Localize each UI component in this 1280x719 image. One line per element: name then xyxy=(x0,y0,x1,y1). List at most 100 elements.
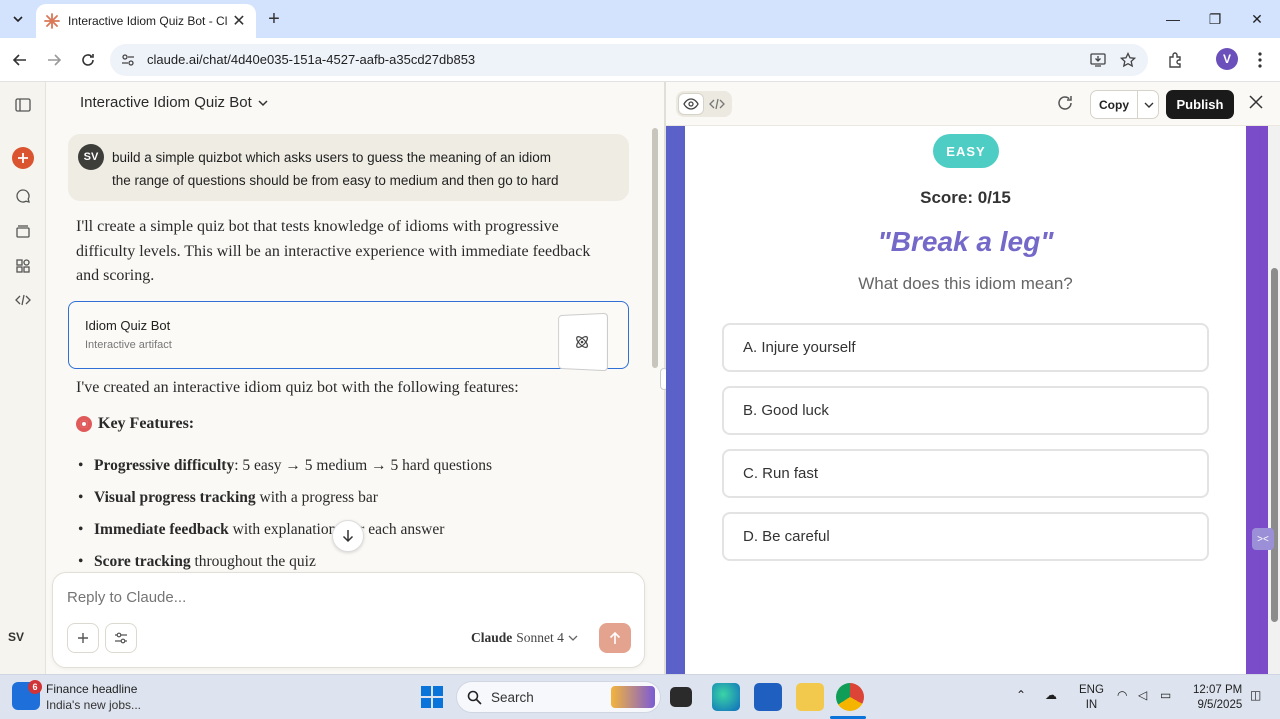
close-pane-button[interactable] xyxy=(1248,94,1264,115)
assistant-intro: I'll create a simple quiz bot that tests… xyxy=(76,218,591,284)
refresh-icon xyxy=(1058,96,1072,110)
news-headline[interactable]: Finance headline xyxy=(46,682,137,696)
artifact-pane: Copy Publish EASY Score: 0/15 "Break a l… xyxy=(666,82,1280,674)
browser-menu-button[interactable] xyxy=(1246,46,1274,74)
copy-button-group: Copy xyxy=(1090,90,1159,119)
search-icon xyxy=(467,690,482,705)
taskbar-search[interactable]: Search xyxy=(456,681,661,713)
option-b-button[interactable]: B. Good luck xyxy=(722,386,1209,435)
copy-button[interactable]: Copy xyxy=(1099,98,1129,112)
clock-date: 9/5/2025 xyxy=(1197,699,1243,711)
lang-line: IN xyxy=(1085,699,1098,711)
edge-icon[interactable] xyxy=(712,683,740,711)
sliders-icon xyxy=(115,632,127,644)
code-icon xyxy=(709,98,725,110)
volume-icon[interactable]: ◁ xyxy=(1138,688,1147,702)
maximize-button[interactable]: ❐ xyxy=(1194,0,1236,38)
chats-icon[interactable] xyxy=(12,185,34,207)
assistant-followup: I've created an interactive idiom quiz b… xyxy=(76,379,519,396)
feature-rest: with a progress bar xyxy=(255,489,378,506)
clock-time: 12:07 PM xyxy=(1193,684,1243,696)
chrome-icon[interactable] xyxy=(836,683,864,711)
chevron-up-icon[interactable]: ⌃ xyxy=(1016,688,1026,702)
extensions-button[interactable] xyxy=(1162,46,1190,74)
chat-title-button[interactable]: Interactive Idiom Quiz Bot xyxy=(80,94,268,111)
feature-bold: Visual progress tracking xyxy=(94,489,256,506)
preview-tab[interactable] xyxy=(678,93,704,115)
window-close-button[interactable]: ✕ xyxy=(1236,0,1278,38)
battery-icon[interactable]: ▭ xyxy=(1160,688,1171,702)
address-bar[interactable]: claude.ai/chat/4d40e035-151a-4527-aafb-a… xyxy=(110,44,1148,76)
scroll-to-bottom-button[interactable] xyxy=(332,520,364,552)
new-chat-button[interactable] xyxy=(12,147,34,169)
forward-button[interactable] xyxy=(40,46,68,74)
difficulty-badge: EASY xyxy=(933,134,999,168)
feature-bold: Score tracking xyxy=(94,553,191,570)
artifact-thumbnail xyxy=(558,312,608,372)
onedrive-icon[interactable]: ☁ xyxy=(1045,688,1057,702)
chevron-down-icon xyxy=(13,16,23,23)
puzzle-icon xyxy=(1169,52,1181,68)
news-subline[interactable]: India's new jobs... xyxy=(46,698,141,712)
model-name-prefix: Claude xyxy=(471,630,513,645)
arrow-up-icon xyxy=(609,631,621,644)
close-icon xyxy=(1249,95,1263,109)
reload-button[interactable] xyxy=(74,46,102,74)
feature-rest: : 5 easy → 5 medium → 5 hard questions xyxy=(234,457,493,474)
taskbar: 6 Finance headline India's new jobs... S… xyxy=(0,674,1280,719)
plus-icon xyxy=(18,153,28,163)
list-item: Visual progress tracking with a progress… xyxy=(76,482,616,514)
option-c-button[interactable]: C. Run fast xyxy=(722,449,1209,498)
option-a-button[interactable]: A. Injure yourself xyxy=(722,323,1209,372)
back-button[interactable] xyxy=(6,46,34,74)
code-icon[interactable] xyxy=(12,289,34,311)
browser-tab[interactable]: Interactive Idiom Quiz Bot - Cla ✕ xyxy=(36,4,256,38)
copy-options-button[interactable] xyxy=(1137,91,1159,118)
preview-scrollbar[interactable] xyxy=(1268,126,1280,674)
send-button[interactable] xyxy=(599,623,631,653)
chat-scrollbar[interactable] xyxy=(652,128,658,368)
user-initials[interactable]: SV xyxy=(8,630,24,644)
sidebar-toggle-icon[interactable] xyxy=(12,94,34,116)
artifact-preview: EASY Score: 0/15 "Break a leg" What does… xyxy=(666,126,1268,674)
chevron-down-icon xyxy=(1144,102,1153,108)
plus-icon xyxy=(78,633,88,643)
store-icon[interactable] xyxy=(754,683,782,711)
feature-bold: Immediate feedback xyxy=(94,521,229,538)
features-list: Progressive difficulty: 5 easy → 5 mediu… xyxy=(76,450,616,578)
language-indicator[interactable]: ENG IN xyxy=(1079,683,1104,713)
reply-input[interactable] xyxy=(67,589,567,606)
add-attachment-button[interactable] xyxy=(67,623,99,653)
key-features-heading: Key Features: xyxy=(76,415,194,433)
tab-search-button[interactable] xyxy=(6,7,30,31)
reply-box: Claude Sonnet 4 xyxy=(52,572,645,668)
claude-app: SV Interactive Idiom Quiz Bot SV build a… xyxy=(0,82,1280,674)
notifications-icon[interactable]: ◫ xyxy=(1250,688,1261,702)
artifacts-icon[interactable] xyxy=(12,255,34,277)
publish-button[interactable]: Publish xyxy=(1166,90,1234,119)
side-handle-icon[interactable]: >< xyxy=(1252,528,1274,550)
option-d-button[interactable]: D. Be careful xyxy=(722,512,1209,561)
wifi-icon[interactable]: ◠ xyxy=(1117,688,1127,702)
site-info-icon[interactable] xyxy=(118,50,138,70)
install-app-icon[interactable] xyxy=(1088,50,1108,70)
model-selector[interactable]: Claude Sonnet 4 xyxy=(471,630,578,646)
start-button[interactable] xyxy=(421,686,443,708)
bookmark-star-icon[interactable] xyxy=(1118,50,1138,70)
clock[interactable]: 12:07 PM 9/5/2025 xyxy=(1193,683,1242,713)
chevron-down-icon xyxy=(258,99,268,106)
idiom-text: "Break a leg" xyxy=(877,226,1054,257)
new-tab-button[interactable]: + xyxy=(262,8,286,30)
folder-icon[interactable] xyxy=(796,683,824,711)
tools-button[interactable] xyxy=(105,623,137,653)
tab-close-icon[interactable]: ✕ xyxy=(230,11,248,31)
code-tab[interactable] xyxy=(704,93,730,115)
profile-avatar[interactable]: V xyxy=(1216,48,1238,70)
file-explorer-dark-icon[interactable] xyxy=(670,687,692,707)
refresh-button[interactable] xyxy=(1056,94,1074,117)
left-rail: SV xyxy=(0,82,46,674)
projects-icon[interactable] xyxy=(12,220,34,242)
artifact-card[interactable]: Idiom Quiz Bot Interactive artifact xyxy=(68,301,629,372)
preview-scrollbar-thumb[interactable] xyxy=(1271,268,1278,622)
minimize-button[interactable]: — xyxy=(1152,0,1194,38)
